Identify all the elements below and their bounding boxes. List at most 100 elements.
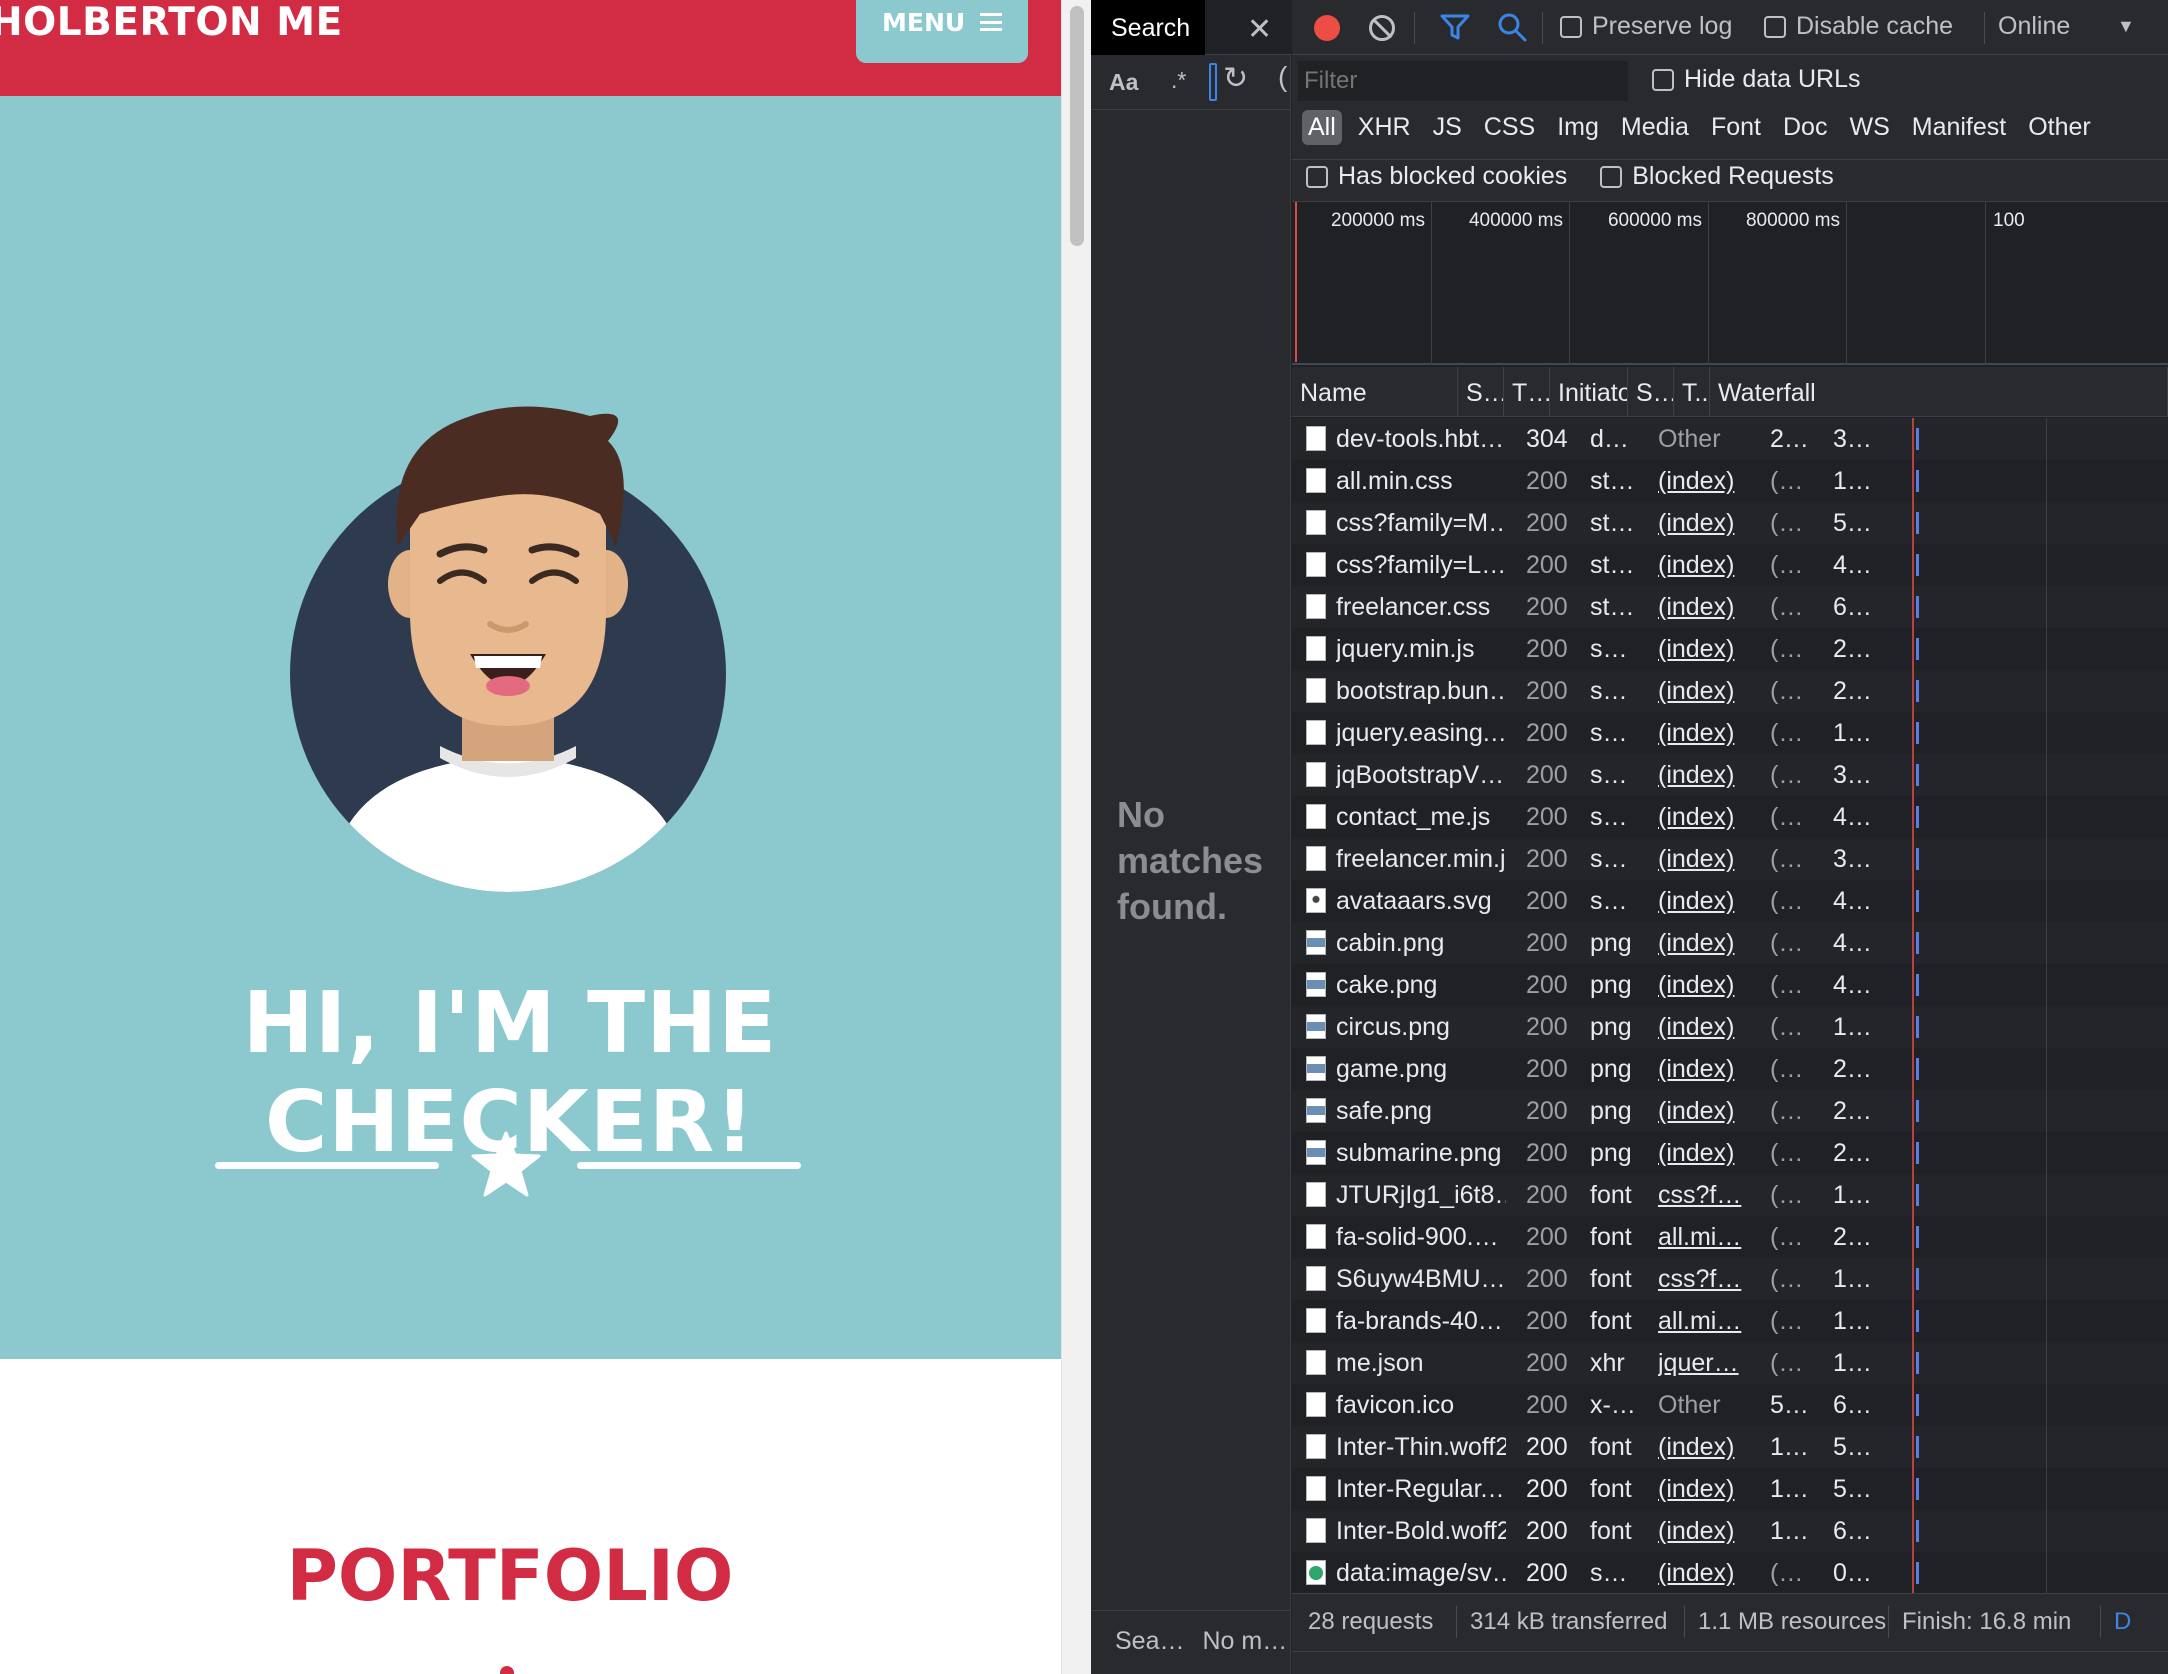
request-row[interactable]: css?family=M… 200 st… (index) (… 5… (1292, 502, 2168, 544)
request-initiator[interactable]: (index) (1658, 1090, 1750, 1132)
request-initiator[interactable]: (index) (1658, 964, 1750, 1006)
request-row[interactable]: safe.png 200 png (index) (… 2… (1292, 1090, 2168, 1132)
site-brand[interactable]: HOLBERTON ME (0, 0, 343, 45)
request-initiator[interactable]: (index) (1658, 712, 1750, 754)
summary-more[interactable]: D (2114, 1608, 2131, 1636)
waterfall-bar (1916, 764, 1919, 786)
request-row[interactable]: favicon.ico 200 x-… Other 5… 6… (1292, 1384, 2168, 1426)
request-initiator[interactable]: (index) (1658, 586, 1750, 628)
request-initiator[interactable]: (index) (1658, 502, 1750, 544)
request-row[interactable]: freelancer.min.js 200 s… (index) (… 3… (1292, 838, 2168, 880)
request-row[interactable]: game.png 200 png (index) (… 2… (1292, 1048, 2168, 1090)
waterfall-bar (1916, 932, 1919, 954)
request-initiator[interactable]: (index) (1658, 1426, 1750, 1468)
site-scrollbar-thumb[interactable] (1070, 6, 1084, 246)
has-blocked-cookies-checkbox[interactable]: Has blocked cookies (1306, 162, 1567, 191)
request-row[interactable]: freelancer.css 200 st… (index) (… 6… (1292, 586, 2168, 628)
type-filter-js[interactable]: JS (1427, 110, 1468, 145)
request-initiator[interactable]: all.mi… (1658, 1300, 1750, 1342)
type-filter-css[interactable]: CSS (1478, 110, 1541, 145)
clear-search-icon[interactable]: ( (1278, 61, 1287, 93)
request-row[interactable]: css?family=L… 200 st… (index) (… 4… (1292, 544, 2168, 586)
match-case-toggle[interactable]: Aa (1109, 69, 1138, 96)
request-row[interactable]: S6uyw4BMU… 200 font css?f… (… 1… (1292, 1258, 2168, 1300)
request-initiator[interactable]: (index) (1658, 460, 1750, 502)
request-row[interactable]: cabin.png 200 png (index) (… 4… (1292, 922, 2168, 964)
request-row[interactable]: jquery.easing.… 200 s… (index) (… 1… (1292, 712, 2168, 754)
type-filter-other[interactable]: Other (2022, 110, 2097, 145)
request-initiator[interactable]: css?f… (1658, 1258, 1750, 1300)
request-initiator[interactable]: (index) (1658, 628, 1750, 670)
search-input[interactable] (1209, 63, 1217, 101)
search-icon[interactable] (1497, 12, 1527, 42)
request-row[interactable]: all.min.css 200 st… (index) (… 1… (1292, 460, 2168, 502)
throttling-select[interactable]: Online (1998, 12, 2070, 41)
request-row[interactable]: data:image/sv… 200 s… (index) (… 0… (1292, 1552, 2168, 1593)
chevron-down-icon[interactable]: ▼ (2117, 16, 2135, 37)
column-header-initiator[interactable]: Initiator (1550, 367, 1628, 417)
request-row[interactable]: me.json 200 xhr jquer… (… 1… (1292, 1342, 2168, 1384)
request-row[interactable]: cake.png 200 png (index) (… 4… (1292, 964, 2168, 1006)
column-header-name[interactable]: Name (1292, 367, 1458, 417)
request-initiator[interactable]: (index) (1658, 1132, 1750, 1174)
disable-cache-checkbox[interactable]: Disable cache (1764, 12, 1953, 41)
request-row[interactable]: contact_me.js 200 s… (index) (… 4… (1292, 796, 2168, 838)
request-row[interactable]: fa-solid-900.… 200 font all.mi… (… 2… (1292, 1216, 2168, 1258)
type-filter-all[interactable]: All (1302, 110, 1342, 145)
request-initiator[interactable]: (index) (1658, 544, 1750, 586)
type-filter-ws[interactable]: WS (1843, 110, 1895, 145)
search-tab[interactable]: Search (1091, 0, 1205, 55)
menu-button[interactable]: MENU (856, 0, 1028, 63)
request-initiator[interactable]: (index) (1658, 1510, 1750, 1552)
request-row[interactable]: jquery.min.js 200 s… (index) (… 2… (1292, 628, 2168, 670)
request-initiator[interactable]: (index) (1658, 1048, 1750, 1090)
refresh-icon[interactable]: ↻ (1223, 61, 1248, 96)
request-row[interactable]: fa-brands-40… 200 font all.mi… (… 1… (1292, 1300, 2168, 1342)
request-initiator[interactable]: (index) (1658, 796, 1750, 838)
request-row[interactable]: JTURjIg1_i6t8… 200 font css?f… (… 1… (1292, 1174, 2168, 1216)
type-filter-font[interactable]: Font (1705, 110, 1767, 145)
network-overview-timeline[interactable]: 200000 ms 400000 ms 600000 ms 800000 ms 100 (1292, 202, 2168, 365)
preserve-log-checkbox[interactable]: Preserve log (1560, 12, 1732, 41)
drawer-tab-strip[interactable] (1292, 1651, 2168, 1674)
clear-icon[interactable] (1369, 15, 1395, 41)
request-initiator[interactable]: (index) (1658, 1006, 1750, 1048)
request-initiator[interactable]: css?f… (1658, 1174, 1750, 1216)
request-row[interactable]: jqBootstrapV… 200 s… (index) (… 3… (1292, 754, 2168, 796)
request-initiator[interactable]: (index) (1658, 880, 1750, 922)
column-header-waterfall[interactable]: Waterfall (1710, 367, 2168, 417)
request-row[interactable]: circus.png 200 png (index) (… 1… (1292, 1006, 2168, 1048)
type-filter-xhr[interactable]: XHR (1352, 110, 1417, 145)
request-initiator[interactable]: (index) (1658, 670, 1750, 712)
filter-icon[interactable] (1440, 13, 1470, 41)
blocked-requests-checkbox[interactable]: Blocked Requests (1600, 162, 1834, 191)
request-row[interactable]: bootstrap.bun… 200 s… (index) (… 2… (1292, 670, 2168, 712)
type-filter-doc[interactable]: Doc (1777, 110, 1833, 145)
request-row[interactable]: Inter-Bold.woff2 200 font (index) 1… 6… (1292, 1510, 2168, 1552)
type-filter-img[interactable]: Img (1551, 110, 1605, 145)
request-initiator[interactable]: (index) (1658, 922, 1750, 964)
type-filter-media[interactable]: Media (1615, 110, 1695, 145)
site-scrollbar[interactable] (1061, 0, 1091, 1674)
request-row[interactable]: Inter-Regular.… 200 font (index) 1… 5… (1292, 1468, 2168, 1510)
request-initiator[interactable]: all.mi… (1658, 1216, 1750, 1258)
request-initiator[interactable]: (index) (1658, 754, 1750, 796)
request-row[interactable]: avataaars.svg 200 s… (index) (… 4… (1292, 880, 2168, 922)
request-initiator[interactable]: (index) (1658, 1468, 1750, 1510)
column-header-type[interactable]: T… (1504, 367, 1550, 417)
column-header-size[interactable]: S… (1628, 367, 1674, 417)
regex-toggle[interactable]: .* (1171, 67, 1186, 94)
record-icon[interactable] (1314, 15, 1340, 41)
filter-input[interactable] (1298, 61, 1628, 101)
close-icon[interactable]: ✕ (1247, 12, 1272, 47)
type-filter-manifest[interactable]: Manifest (1906, 110, 2012, 145)
hide-data-urls-checkbox[interactable]: Hide data URLs (1652, 65, 1860, 94)
request-initiator[interactable]: (index) (1658, 1552, 1750, 1593)
request-initiator[interactable]: jquer… (1658, 1342, 1750, 1384)
column-header-status[interactable]: S… (1458, 367, 1504, 417)
request-row[interactable]: Inter-Thin.woff2 200 font (index) 1… 5… (1292, 1426, 2168, 1468)
request-row[interactable]: submarine.png 200 png (index) (… 2… (1292, 1132, 2168, 1174)
request-row[interactable]: dev-tools.hbt… 304 d… Other 2… 3… (1292, 418, 2168, 460)
column-header-time[interactable]: T.. (1674, 367, 1710, 417)
request-initiator[interactable]: (index) (1658, 838, 1750, 880)
